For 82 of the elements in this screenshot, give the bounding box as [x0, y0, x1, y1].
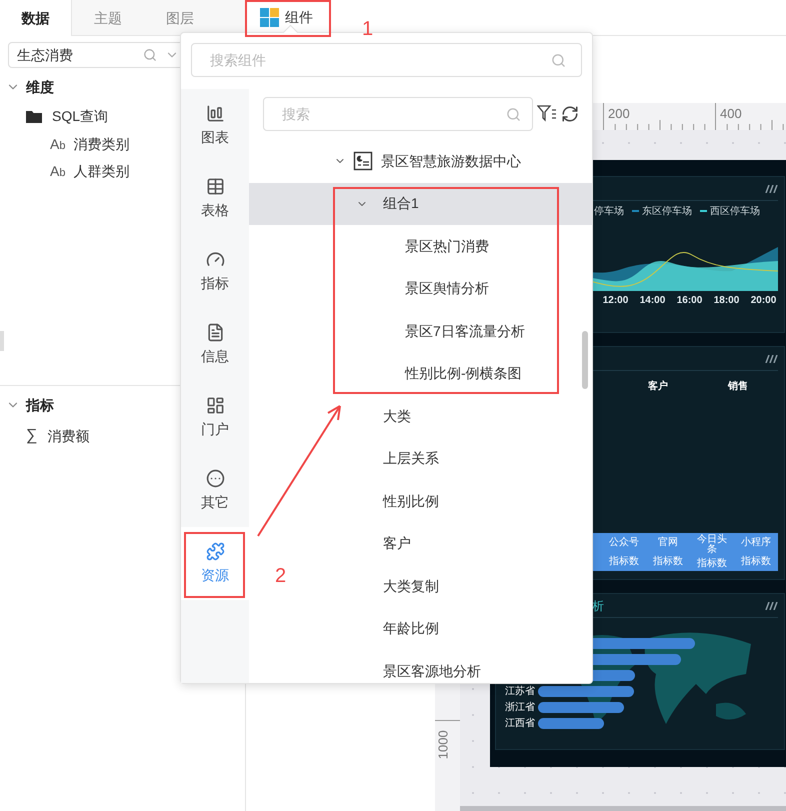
ruler-label: 200 [608, 105, 630, 123]
stripes-icon [764, 184, 778, 192]
ruler-label: 400 [720, 105, 742, 123]
text-field-icon: Ab [50, 134, 66, 155]
resource-search-field[interactable]: 搜索 [263, 97, 533, 131]
puzzle-icon [206, 542, 224, 560]
section-title: 指标 [26, 396, 54, 414]
category-tab[interactable]: 信息 [181, 308, 249, 381]
category-tab[interactable]: 其它 [181, 454, 249, 527]
folder-icon [26, 110, 42, 122]
panel-tab[interactable]: 数据 [0, 0, 72, 36]
axis-label: 18:00 [712, 294, 740, 308]
search-icon[interactable] [551, 53, 566, 68]
bar [538, 718, 604, 729]
axis-label: 16:00 [676, 294, 704, 308]
field-label[interactable]: 人群类别 [73, 161, 130, 182]
tree-item[interactable]: 性别比例 [353, 480, 439, 522]
stripes-icon [764, 602, 778, 610]
text-field-icon: Ab [50, 161, 66, 182]
category-tab[interactable]: 门户 [181, 381, 249, 454]
section-title: 维度 [26, 78, 54, 96]
province-label: 江苏省 [505, 686, 535, 696]
stripes-icon [764, 354, 778, 362]
search-icon[interactable] [143, 48, 157, 62]
refresh-icon[interactable] [561, 105, 579, 123]
scrollbar-thumb[interactable] [582, 331, 588, 389]
step-number: 2 [275, 564, 286, 589]
layout-icon [206, 396, 224, 414]
component-button[interactable]: 组件 [260, 2, 313, 32]
sum-icon: ∑ [26, 424, 38, 448]
legend-label: 东区停车场 [642, 204, 692, 218]
step-number: 1 [362, 17, 374, 41]
channel-name: 官网 [657, 538, 679, 548]
channel-value: 指标数 [741, 556, 771, 566]
scrollbar-thumb[interactable] [0, 331, 4, 351]
tree-item[interactable]: 大类 [353, 395, 411, 438]
dashboard-file-icon [353, 151, 373, 172]
grid-icon [260, 8, 279, 27]
category-tab[interactable]: 资源 [181, 527, 249, 600]
tree-item[interactable]: 景区热门消费 [375, 225, 489, 268]
tree-item[interactable]: 客户 [353, 522, 411, 565]
document-icon [206, 322, 224, 342]
tree-item[interactable]: 年龄比例 [353, 608, 439, 650]
field-label[interactable]: 消费类别 [73, 134, 130, 155]
folder-label[interactable]: SQL查询 [52, 106, 108, 126]
gauge-icon [206, 250, 224, 268]
tree-item[interactable]: 景区智慧旅游数据中心 [331, 140, 521, 182]
axis-label: 14:00 [638, 294, 666, 308]
highlight-frame [184, 532, 245, 598]
tree-item[interactable]: 景区客源地分析 [353, 650, 481, 683]
tree-item[interactable]: 大类复制 [353, 565, 439, 608]
category-tab[interactable]: 指标 [181, 235, 249, 308]
horizontal-scrollbar[interactable] [460, 806, 786, 811]
tree-item[interactable]: 上层关系 [353, 438, 439, 480]
channel-value: 指标数 [609, 556, 639, 566]
column-header: 销售 [726, 380, 749, 394]
legend-label: 停车场 [594, 204, 624, 218]
tree-item[interactable]: 性别比例-例横条图 [375, 352, 522, 395]
tree-item[interactable]: 景区舆情分析 [375, 268, 489, 310]
axis-label: 20:00 [750, 294, 778, 308]
channel-value: 指标数 [653, 556, 683, 566]
province-label: 江西省 [505, 718, 535, 728]
panel-title: 析 [591, 598, 604, 614]
table-icon [206, 176, 224, 196]
bar-chart-icon [206, 104, 224, 122]
ruler-label: 1000 [435, 730, 452, 760]
channel-value: 指标数 [697, 559, 727, 569]
search-icon[interactable] [506, 107, 521, 122]
component-search-field[interactable]: 搜索组件 [191, 43, 582, 77]
filter-icon[interactable] [537, 105, 557, 123]
channel-name: 今日头条 [696, 535, 728, 555]
more-icon [206, 468, 224, 488]
channel-name: 小程序 [740, 538, 772, 548]
column-header: 客户 [647, 379, 669, 394]
legend-label: 西区停车场 [710, 204, 760, 218]
category-tab[interactable]: 表格 [181, 162, 249, 235]
province-label: 浙江省 [505, 702, 535, 712]
tree-item[interactable]: 景区7日客流量分析 [375, 310, 525, 352]
axis-label: 12:00 [602, 294, 630, 308]
category-tab[interactable]: 图表 [181, 89, 249, 162]
field-label[interactable]: 消费额 [47, 426, 90, 446]
channel-name: 公众号 [608, 538, 640, 548]
